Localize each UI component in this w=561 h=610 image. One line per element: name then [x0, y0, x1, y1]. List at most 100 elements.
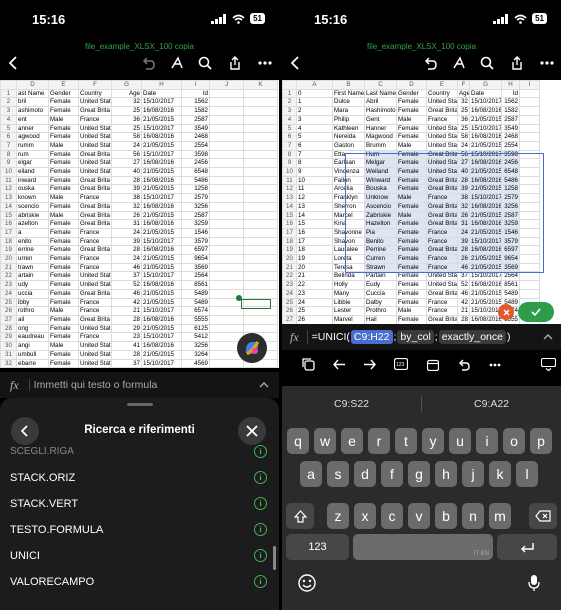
cell[interactable]: 21/05/2015: [141, 114, 182, 125]
row-header[interactable]: 25: [282, 297, 297, 308]
cell[interactable]: rum: [16, 149, 49, 160]
cell[interactable]: [243, 201, 278, 212]
row-header[interactable]: 18: [0, 236, 17, 247]
cell[interactable]: 52: [457, 280, 470, 290]
row-header[interactable]: 24: [0, 288, 17, 299]
cell[interactable]: 26: [111, 210, 142, 221]
cell[interactable]: errine: [16, 245, 49, 256]
cell[interactable]: 21/05/2015: [141, 210, 182, 221]
cell[interactable]: 21/05/2015: [141, 227, 182, 238]
row-header[interactable]: 24: [282, 288, 297, 299]
cell[interactable]: 24: [296, 297, 333, 308]
cell[interactable]: ast Name: [16, 88, 49, 99]
column-header[interactable]: A: [296, 80, 333, 90]
cell[interactable]: 16/08/2016: [141, 201, 182, 212]
cell[interactable]: Gender: [396, 88, 427, 99]
row-header[interactable]: 15: [282, 210, 297, 221]
function-list-item[interactable]: SCEGLI.RIGA i: [10, 445, 267, 458]
cell[interactable]: 2468: [181, 132, 210, 142]
share-icon[interactable]: [226, 54, 244, 72]
cell[interactable]: [519, 123, 540, 134]
drag-handle[interactable]: [127, 403, 153, 406]
cell[interactable]: Great Brita: [426, 315, 458, 324]
cell[interactable]: Great Brita: [78, 245, 112, 256]
cell[interactable]: abriskie: [16, 210, 49, 221]
cell[interactable]: [243, 167, 278, 177]
cell[interactable]: [243, 106, 278, 116]
row-header[interactable]: 20: [282, 254, 297, 264]
key-d[interactable]: d: [354, 461, 376, 487]
cell[interactable]: 23: [111, 332, 142, 343]
cell[interactable]: United Stat: [426, 140, 458, 151]
cell[interactable]: 24: [111, 140, 142, 151]
cell[interactable]: 23: [296, 288, 333, 299]
cell[interactable]: Female: [48, 358, 79, 368]
key-g[interactable]: g: [408, 461, 430, 487]
more-icon[interactable]: [538, 54, 556, 72]
cell[interactable]: azelton: [16, 219, 49, 229]
cell[interactable]: [209, 123, 244, 134]
cell[interactable]: 58: [457, 132, 470, 142]
cell[interactable]: 21/05/2015: [141, 349, 182, 360]
cell[interactable]: Eudy: [364, 280, 397, 290]
formula-input[interactable]: =UNICI(C9:H22; by_col; exactly_once): [306, 330, 543, 344]
cell[interactable]: France: [78, 114, 112, 125]
cell[interactable]: 1: [296, 97, 333, 108]
cell[interactable]: Country: [78, 88, 112, 99]
cell[interactable]: 9654: [181, 254, 210, 264]
formula-range-argument[interactable]: C9:H22: [350, 330, 393, 344]
row-header[interactable]: 21: [282, 262, 297, 273]
cell[interactable]: United Stat: [78, 271, 112, 282]
cell[interactable]: United Stat: [78, 167, 112, 177]
cell[interactable]: 21/05/2015: [141, 140, 182, 151]
row-header[interactable]: 11: [0, 175, 17, 186]
row-header[interactable]: 9: [0, 158, 17, 169]
cell[interactable]: 29: [111, 323, 142, 334]
cell[interactable]: [243, 114, 278, 125]
row-header[interactable]: 10: [0, 167, 17, 177]
cell[interactable]: 21/05/2015: [141, 288, 182, 299]
cell[interactable]: 15: [296, 219, 333, 229]
row-header[interactable]: 21: [0, 262, 17, 273]
row-header[interactable]: 22: [282, 271, 297, 282]
cell[interactable]: 14: [296, 210, 333, 221]
suggestion-item[interactable]: C9:A22: [422, 398, 561, 410]
cell[interactable]: Female: [48, 280, 79, 290]
cell[interactable]: United Stat: [426, 132, 458, 142]
cell[interactable]: United Stat: [426, 97, 458, 108]
cell[interactable]: Female: [396, 315, 427, 324]
cell[interactable]: 25: [111, 123, 142, 134]
microphone-icon[interactable]: [528, 574, 540, 592]
key-f[interactable]: f: [381, 461, 403, 487]
row-header[interactable]: 27: [0, 315, 17, 325]
cell[interactable]: Magwood: [364, 132, 397, 142]
cell[interactable]: 8: [296, 158, 333, 169]
calendar-icon[interactable]: [427, 359, 439, 371]
cell[interactable]: Gent: [364, 114, 397, 125]
row-header[interactable]: 11: [282, 175, 297, 186]
row-header[interactable]: 1: [282, 88, 297, 99]
cell[interactable]: ouska: [16, 184, 49, 195]
row-header[interactable]: 28: [0, 323, 17, 334]
cell[interactable]: [243, 236, 278, 247]
cell[interactable]: [209, 227, 244, 238]
file-title[interactable]: file_example_XLSX_100 copia: [0, 42, 279, 51]
key-b[interactable]: b: [435, 503, 457, 529]
cell[interactable]: 18: [296, 245, 333, 256]
row-header[interactable]: 4: [0, 114, 17, 125]
cell[interactable]: France: [426, 114, 458, 125]
cell[interactable]: 2579: [181, 193, 210, 203]
cell[interactable]: 24: [457, 140, 470, 151]
cell[interactable]: [209, 193, 244, 203]
cell[interactable]: [209, 254, 244, 264]
cell[interactable]: Male: [48, 341, 79, 351]
cell[interactable]: rumm: [16, 140, 49, 151]
cell[interactable]: 15/10/2017: [141, 97, 182, 108]
row-header[interactable]: 22: [0, 271, 17, 282]
cell[interactable]: Female: [48, 271, 79, 282]
cell[interactable]: France: [78, 254, 112, 264]
key-n[interactable]: n: [462, 503, 484, 529]
cell[interactable]: 2587: [181, 210, 210, 221]
cell[interactable]: United Stat: [78, 349, 112, 360]
column-header[interactable]: J: [209, 80, 244, 90]
